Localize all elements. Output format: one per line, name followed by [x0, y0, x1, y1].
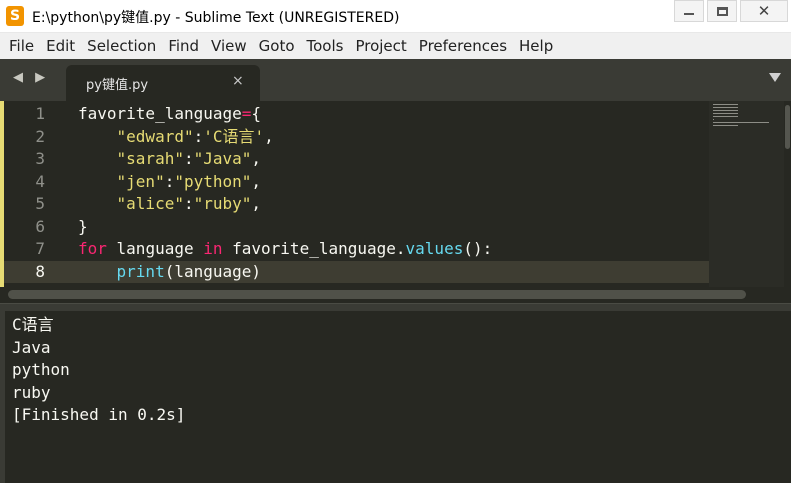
menu-selection[interactable]: Selection [81, 37, 162, 55]
code-text[interactable]: favorite_language={ "edward":'C语言', "sar… [78, 103, 492, 283]
code-token: favorite_language. [222, 239, 406, 258]
minimap-line [713, 107, 738, 108]
line-number-gutter: 1 2 3 4 5 6 7 8 [4, 103, 54, 283]
menu-project[interactable]: Project [349, 37, 412, 55]
line-number: 3 [35, 149, 45, 168]
code-line[interactable]: "jen":"python", [78, 171, 492, 194]
horizontal-scroll-thumb[interactable] [8, 290, 746, 299]
maximize-icon [716, 6, 728, 16]
minimap-line [713, 119, 714, 120]
minimap-line [713, 116, 738, 117]
code-token: "sarah" [116, 149, 184, 168]
code-token: { [251, 104, 262, 123]
minimize-button[interactable] [674, 0, 704, 22]
tab-list-dropdown-icon[interactable] [769, 73, 781, 82]
code-token: print [116, 261, 165, 281]
close-icon: ✕ [757, 2, 771, 20]
code-token: "alice" [116, 194, 184, 213]
editor-horizontal-scrollbar[interactable] [0, 287, 791, 303]
output-line: [Finished in 0.2s] [12, 405, 186, 424]
code-token: favorite_language [78, 104, 242, 123]
output-line: ruby [12, 382, 51, 402]
code-token: 'C语言' [203, 126, 265, 146]
sublime-text-icon: S [6, 6, 24, 26]
code-line[interactable]: print(language) [78, 261, 492, 284]
menu-help[interactable]: Help [513, 37, 559, 55]
code-token: , [251, 171, 262, 191]
code-line[interactable]: favorite_language={ [78, 103, 492, 126]
minimap-line [713, 113, 738, 114]
vertical-scroll-thumb[interactable] [785, 105, 790, 149]
minimap-line [713, 110, 738, 111]
code-token: , [251, 149, 262, 168]
line-number: 8 [35, 261, 45, 281]
code-token: "python" [174, 171, 252, 191]
output-line: python [12, 360, 70, 379]
code-token: language [106, 239, 204, 258]
tab-nav-arrows-icon[interactable]: ◀ ▶ [13, 70, 49, 85]
output-line: C语言 [12, 315, 54, 334]
code-token: (): [463, 239, 493, 258]
menu-find[interactable]: Find [162, 37, 205, 55]
code-token: , [251, 194, 262, 213]
window-title: E:\python\py键值.py - Sublime Text (UNREGI… [32, 10, 400, 26]
code-token: : [164, 171, 175, 191]
tab-active-file[interactable]: py键值.py × [66, 65, 260, 101]
code-token: = [241, 104, 252, 123]
code-token: : [183, 194, 194, 213]
minimap-line [713, 125, 738, 126]
code-token: : [183, 149, 194, 168]
code-token: , [264, 126, 274, 146]
code-line[interactable]: } [78, 216, 492, 239]
code-token: in [203, 239, 223, 258]
code-token: "jen" [116, 171, 165, 191]
menu-bar: File Edit Selection Find View Goto Tools… [0, 33, 791, 59]
code-editor[interactable]: 12345678 favorite_language={ "edward":'C… [0, 101, 791, 287]
title-bar: S E:\python\py键值.py - Sublime Text (UNRE… [0, 0, 791, 33]
line-number: 1 [35, 104, 45, 123]
tab-close-icon[interactable]: × [232, 73, 244, 89]
menu-goto[interactable]: Goto [253, 37, 301, 55]
code-token: for [78, 239, 107, 258]
maximize-button[interactable] [707, 0, 737, 22]
minimap[interactable] [709, 101, 784, 287]
editor-vertical-scrollbar[interactable] [784, 101, 791, 287]
code-token: (language) [164, 261, 262, 281]
minimap-line [713, 104, 738, 105]
code-token: } [78, 216, 88, 236]
panel-splitter[interactable] [0, 303, 791, 311]
menu-preferences[interactable]: Preferences [413, 37, 513, 55]
code-line[interactable]: "sarah":"Java", [78, 148, 492, 171]
close-button[interactable]: ✕ [740, 0, 788, 22]
code-token: "edward" [116, 126, 194, 146]
line-number: 7 [35, 239, 45, 258]
line-number: 4 [35, 171, 45, 191]
code-line[interactable]: "alice":"ruby", [78, 193, 492, 216]
minimize-icon [684, 13, 694, 15]
menu-tools[interactable]: Tools [301, 37, 350, 55]
tab-bar: ◀ ▶ py键值.py × [0, 59, 791, 101]
code-token: "Java" [193, 149, 252, 168]
output-line: Java [12, 337, 51, 357]
line-number: 5 [35, 194, 45, 213]
menu-edit[interactable]: Edit [40, 37, 81, 55]
code-line[interactable]: "edward":'C语言', [78, 126, 492, 149]
build-output-panel[interactable]: C语言 Java python ruby [Finished in 0.2s] [0, 311, 791, 483]
minimap-line [713, 122, 769, 123]
menu-view[interactable]: View [205, 37, 253, 55]
menu-file[interactable]: File [3, 37, 40, 55]
tab-label: py键值.py [86, 78, 149, 93]
code-token: values [405, 239, 464, 258]
line-number: 6 [35, 216, 45, 236]
code-line[interactable]: for language in favorite_language.values… [78, 238, 492, 261]
line-number: 2 [35, 126, 45, 146]
code-token: : [193, 126, 204, 146]
code-token: "ruby" [193, 194, 252, 213]
